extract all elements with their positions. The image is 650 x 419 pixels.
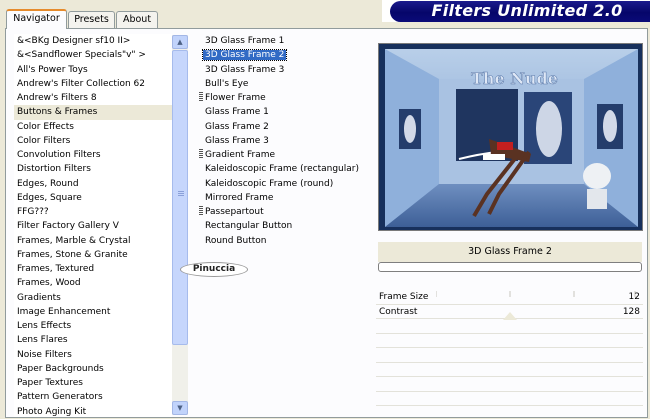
category-item[interactable]: Frames, Stone & Granite	[14, 248, 172, 262]
parameter-row	[376, 334, 643, 348]
slider-thumb-icon[interactable]	[503, 312, 517, 320]
parameter-label: Contrast	[379, 306, 418, 317]
tab-about[interactable]: About	[116, 11, 158, 28]
parameter-row	[376, 348, 643, 363]
filter-item[interactable]: Glass Frame 2	[196, 120, 370, 134]
filter-item[interactable]: Passepartout	[196, 205, 370, 219]
progress-bar	[378, 262, 642, 272]
filter-item[interactable]: Mirrored Frame	[196, 191, 370, 205]
parameter-value: 128	[622, 306, 640, 317]
scroll-up-arrow-icon[interactable]: ▲	[172, 35, 188, 49]
category-item[interactable]: Color Effects	[14, 120, 172, 134]
scroll-down-arrow-icon[interactable]: ▼	[172, 401, 188, 415]
filter-item-label: 3D Glass Frame 2	[201, 49, 288, 62]
filter-item[interactable]: Gradient Frame	[196, 148, 370, 162]
category-item[interactable]: Noise Filters	[14, 348, 172, 362]
filter-item-label: Mirrored Frame	[205, 192, 274, 203]
app-title: Filters Unlimited 2.0	[431, 1, 623, 20]
category-item[interactable]: Image Enhancement	[14, 305, 172, 319]
preset-marker-icon	[199, 206, 203, 215]
filter-item[interactable]: Round Button	[196, 234, 370, 248]
filter-item-label: Kaleidoscopic Frame (rectangular)	[205, 164, 359, 175]
category-item[interactable]: Frames, Textured	[14, 262, 172, 276]
grip-icon	[178, 191, 184, 192]
scroll-thumb[interactable]	[172, 50, 188, 345]
filter-item-label: Kaleidoscopic Frame (round)	[205, 178, 334, 189]
filter-item-label: Gradient Frame	[205, 150, 276, 160]
category-item[interactable]: Convolution Filters	[14, 148, 172, 162]
preset-marker-icon	[199, 92, 203, 101]
category-item[interactable]: &<Sandflower Specials"v" >	[14, 48, 172, 62]
category-item[interactable]: Distortion Filters	[14, 162, 172, 176]
parameter-value: 12	[628, 292, 640, 302]
category-item[interactable]: Buttons & Frames	[14, 105, 172, 120]
category-item[interactable]: Edges, Round	[14, 177, 172, 191]
preview-image: The Nude	[378, 43, 643, 231]
category-item[interactable]: FFG???	[14, 205, 172, 219]
category-item[interactable]: Filter Factory Gallery V	[14, 219, 172, 233]
parameter-row[interactable]: Frame Size 12	[376, 290, 643, 305]
category-list[interactable]: &<BKg Designer sf10 II> &<Sandflower Spec…	[14, 34, 172, 417]
category-item[interactable]: Paper Textures	[14, 376, 172, 390]
preview-picture: The Nude	[379, 44, 642, 230]
parameter-row	[376, 392, 643, 406]
category-item[interactable]: Lens Effects	[14, 319, 172, 333]
category-item[interactable]: &<BKg Designer sf10 II>	[14, 34, 172, 48]
filter-item[interactable]: 3D Glass Frame 2	[196, 48, 370, 62]
filter-item[interactable]: Kaleidoscopic Frame (round)	[196, 177, 370, 191]
filter-item-label: Bull's Eye	[205, 78, 249, 89]
category-item[interactable]: All's Power Toys	[14, 63, 172, 77]
filter-item-label: Passepartout	[205, 207, 264, 217]
filter-item[interactable]: Kaleidoscopic Frame (rectangular)	[196, 162, 370, 176]
filter-item-label: Rectangular Button	[205, 221, 293, 232]
filter-item[interactable]: 3D Glass Frame 1	[196, 34, 370, 48]
category-item[interactable]: Paper Backgrounds	[14, 362, 172, 376]
category-item[interactable]: Color Filters	[14, 134, 172, 148]
category-item[interactable]: Pattern Generators	[14, 390, 172, 404]
filter-item-label: Round Button	[205, 235, 267, 246]
parameter-label: Frame Size	[379, 292, 429, 302]
filter-item[interactable]: 3D Glass Frame 3	[196, 63, 370, 77]
category-item[interactable]: Frames, Marble & Crystal	[14, 234, 172, 248]
filter-item[interactable]: Glass Frame 3	[196, 134, 370, 148]
signature-logo: Pinuccia	[180, 262, 248, 277]
category-scrollbar[interactable]: ▲ ▼	[172, 35, 188, 415]
parameter-row	[376, 377, 643, 392]
filter-item[interactable]: Flower Frame	[196, 91, 370, 105]
category-item[interactable]: Andrew's Filter Collection 62	[14, 77, 172, 91]
preview-watermark: The Nude	[471, 69, 558, 88]
filter-item-label: Flower Frame	[205, 93, 266, 103]
tab-presets[interactable]: Presets	[68, 11, 115, 28]
preset-marker-icon	[199, 149, 203, 158]
filter-item-label: 3D Glass Frame 1	[205, 36, 285, 46]
app-banner: Filters Unlimited 2.0	[382, 0, 650, 22]
filter-item-label: 3D Glass Frame 3	[205, 64, 285, 75]
parameter-list: Frame Size 12 Contrast 128	[376, 290, 643, 406]
category-item[interactable]: Photo Aging Kit	[14, 405, 172, 419]
filter-item[interactable]: Rectangular Button	[196, 219, 370, 233]
parameter-row	[376, 319, 643, 334]
category-item[interactable]: Edges, Square	[14, 191, 172, 205]
filter-item-label: Glass Frame 3	[205, 135, 269, 146]
category-item[interactable]: Lens Flares	[14, 333, 172, 347]
filter-item-label: Glass Frame 1	[205, 107, 269, 118]
filter-item[interactable]: Glass Frame 1	[196, 105, 370, 119]
filter-item[interactable]: Bull's Eye	[196, 77, 370, 91]
filter-list[interactable]: 3D Glass Frame 1 3D Glass Frame 2 3D Glass…	[196, 34, 370, 254]
category-item[interactable]: Andrew's Filters 8	[14, 91, 172, 105]
selected-filter-name: 3D Glass Frame 2	[378, 242, 642, 262]
tab-navigator[interactable]: Navigator	[6, 9, 67, 29]
filter-item-label: Glass Frame 2	[205, 121, 269, 132]
parameter-row	[376, 363, 643, 377]
category-item[interactable]: Frames, Wood	[14, 276, 172, 290]
category-item[interactable]: Gradients	[14, 291, 172, 305]
